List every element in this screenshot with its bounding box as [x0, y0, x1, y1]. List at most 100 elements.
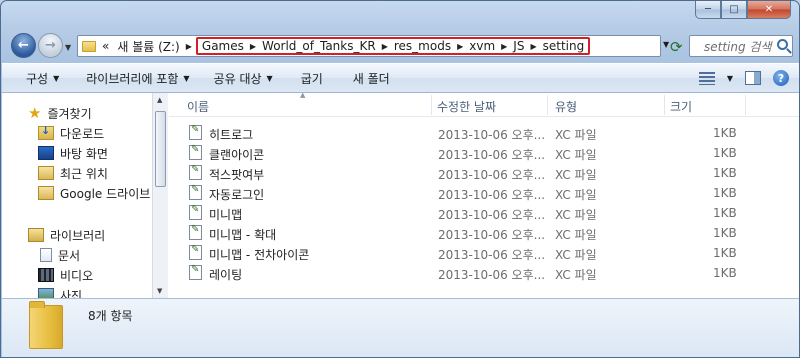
- chevron-right-icon[interactable]: ▶: [457, 42, 463, 51]
- file-modified: 2013-10-06 오후...: [438, 148, 546, 162]
- column-divider[interactable]: [664, 95, 665, 115]
- new-folder-label: 새 폴더: [352, 71, 390, 86]
- breadcrumb-games[interactable]: Games: [202, 39, 244, 53]
- burn-label: 굽기: [300, 71, 323, 86]
- view-options-dropdown[interactable]: ▼: [727, 74, 733, 83]
- google-drive-folder-icon: [38, 186, 54, 200]
- column-name[interactable]: 이름: [187, 98, 209, 115]
- file-name: 자동로그인: [209, 188, 265, 202]
- recent-pages-dropdown[interactable]: ▼: [65, 43, 71, 52]
- file-name: 미니맵: [209, 208, 243, 222]
- back-button[interactable]: ←: [11, 33, 36, 58]
- file-name: 미니맵 - 전차아이콘: [209, 248, 310, 262]
- chevron-right-icon[interactable]: ▶: [530, 42, 536, 51]
- file-type: XC 파일: [555, 228, 597, 242]
- file-row[interactable]: 클랜아이콘 2013-10-06 오후... XC 파일 1KB: [169, 143, 799, 163]
- file-modified: 2013-10-06 오후...: [438, 168, 546, 182]
- chevron-right-icon[interactable]: ▶: [186, 42, 192, 51]
- file-modified: 2013-10-06 오후...: [438, 128, 546, 142]
- burn-button[interactable]: 굽기: [301, 70, 323, 87]
- breadcrumb-drive[interactable]: 새 볼륨 (Z:): [117, 38, 179, 55]
- file-name: 히트로그: [209, 128, 254, 142]
- nav-pane-scrollbar[interactable]: ▲ ▼: [152, 93, 168, 298]
- address-history-dropdown[interactable]: ▼: [663, 40, 669, 49]
- file-size: 1KB: [713, 206, 737, 220]
- search-box[interactable]: setting 검색: [689, 35, 793, 57]
- new-folder-button[interactable]: 새 폴더: [353, 70, 390, 87]
- preview-pane-button[interactable]: [743, 69, 763, 87]
- file-type: XC 파일: [555, 268, 597, 282]
- preview-pane-icon: [745, 71, 761, 85]
- organize-button[interactable]: 구성 ▼: [26, 70, 59, 87]
- file-row[interactable]: 미니맵 2013-10-06 오후... XC 파일 1KB: [169, 203, 799, 223]
- column-type[interactable]: 유형: [555, 98, 577, 115]
- file-size: 1KB: [713, 146, 737, 160]
- nav-documents[interactable]: 문서: [40, 245, 80, 265]
- xc-file-icon: [189, 264, 202, 280]
- nav-downloads-label: 다운로드: [60, 126, 105, 141]
- file-row[interactable]: 레이팅 2013-10-06 오후... XC 파일 1KB: [169, 263, 799, 283]
- refresh-icon[interactable]: ⟳: [670, 38, 683, 56]
- share-with-button[interactable]: 공유 대상 ▼: [214, 70, 273, 87]
- file-modified: 2013-10-06 오후...: [438, 228, 546, 242]
- help-icon[interactable]: ?: [773, 70, 789, 86]
- include-in-library-label: 라이브러리에 포함: [86, 71, 179, 86]
- nav-pictures[interactable]: 사진: [38, 285, 82, 298]
- downloads-folder-icon: [38, 124, 54, 140]
- column-modified[interactable]: 수정한 날짜: [437, 98, 496, 115]
- address-bar[interactable]: « 새 볼륨 (Z:) ▶ Games ▶ World_of_Tanks_KR …: [77, 35, 661, 57]
- documents-icon: [40, 248, 52, 262]
- file-type: XC 파일: [555, 148, 597, 162]
- organize-label: 구성: [26, 71, 49, 86]
- nav-downloads[interactable]: 다운로드: [38, 123, 104, 143]
- close-button[interactable]: ✕: [747, 1, 791, 19]
- column-divider[interactable]: [547, 95, 548, 115]
- scroll-up-icon[interactable]: ▲: [157, 96, 162, 104]
- minimize-button[interactable]: ─: [695, 1, 721, 19]
- nav-desktop[interactable]: 바탕 화면: [38, 143, 108, 163]
- file-row[interactable]: 미니맵 - 확대 2013-10-06 오후... XC 파일 1KB: [169, 223, 799, 243]
- forward-button[interactable]: →: [38, 33, 63, 58]
- file-row[interactable]: 자동로그인 2013-10-06 오후... XC 파일 1KB: [169, 183, 799, 203]
- file-name: 미니맵 - 확대: [209, 228, 277, 242]
- maximize-button[interactable]: □: [721, 1, 747, 19]
- column-divider[interactable]: [745, 95, 746, 115]
- breadcrumb-res-mods[interactable]: res_mods: [394, 39, 451, 53]
- change-view-button[interactable]: [697, 69, 717, 87]
- include-in-library-button[interactable]: 라이브러리에 포함 ▼: [86, 70, 189, 87]
- file-type: XC 파일: [555, 128, 597, 142]
- nav-recent[interactable]: 최근 위치: [38, 163, 108, 183]
- breadcrumb-js[interactable]: JS: [513, 39, 524, 53]
- column-size[interactable]: 크기: [670, 98, 692, 115]
- scroll-down-icon[interactable]: ▼: [157, 287, 162, 295]
- chevron-right-icon[interactable]: ▶: [250, 42, 256, 51]
- file-modified: 2013-10-06 오후...: [438, 268, 546, 282]
- breadcrumb-setting[interactable]: setting: [543, 39, 585, 53]
- nav-libraries[interactable]: 라이브러리: [28, 225, 105, 245]
- chevron-right-icon[interactable]: ▶: [382, 42, 388, 51]
- nav-videos[interactable]: 비디오: [38, 265, 93, 285]
- scrollbar-thumb[interactable]: [155, 111, 166, 187]
- file-type: XC 파일: [555, 168, 597, 182]
- breadcrumb-overflow[interactable]: «: [102, 39, 109, 53]
- file-row[interactable]: 미니맵 - 전차아이콘 2013-10-06 오후... XC 파일 1KB: [169, 243, 799, 263]
- view-list-icon: [698, 71, 715, 85]
- file-row[interactable]: 적스팟여부 2013-10-06 오후... XC 파일 1KB: [169, 163, 799, 183]
- breadcrumb-xvm[interactable]: xvm: [469, 39, 495, 53]
- file-type: XC 파일: [555, 208, 597, 222]
- content-area: ★ 즐겨찾기 다운로드 바탕 화면 최근 위치 Google 드라이브 라: [2, 91, 799, 298]
- view-controls: ▼ ?: [697, 69, 789, 87]
- search-icon[interactable]: [777, 39, 788, 50]
- caption-buttons: ─ □ ✕: [695, 1, 791, 19]
- breadcrumb-world-of-tanks[interactable]: World_of_Tanks_KR: [262, 39, 376, 53]
- file-size: 1KB: [713, 166, 737, 180]
- nav-google-drive[interactable]: Google 드라이브: [38, 183, 150, 203]
- nav-google-drive-label: Google 드라이브: [60, 186, 151, 201]
- chevron-right-icon[interactable]: ▶: [501, 42, 507, 51]
- file-row[interactable]: 히트로그 2013-10-06 오후... XC 파일 1KB: [169, 123, 799, 143]
- folder-icon: [82, 40, 96, 52]
- nav-favorites[interactable]: ★ 즐겨찾기: [28, 103, 92, 123]
- nav-videos-label: 비디오: [60, 268, 94, 283]
- file-modified: 2013-10-06 오후...: [438, 248, 546, 262]
- column-divider[interactable]: [431, 95, 432, 115]
